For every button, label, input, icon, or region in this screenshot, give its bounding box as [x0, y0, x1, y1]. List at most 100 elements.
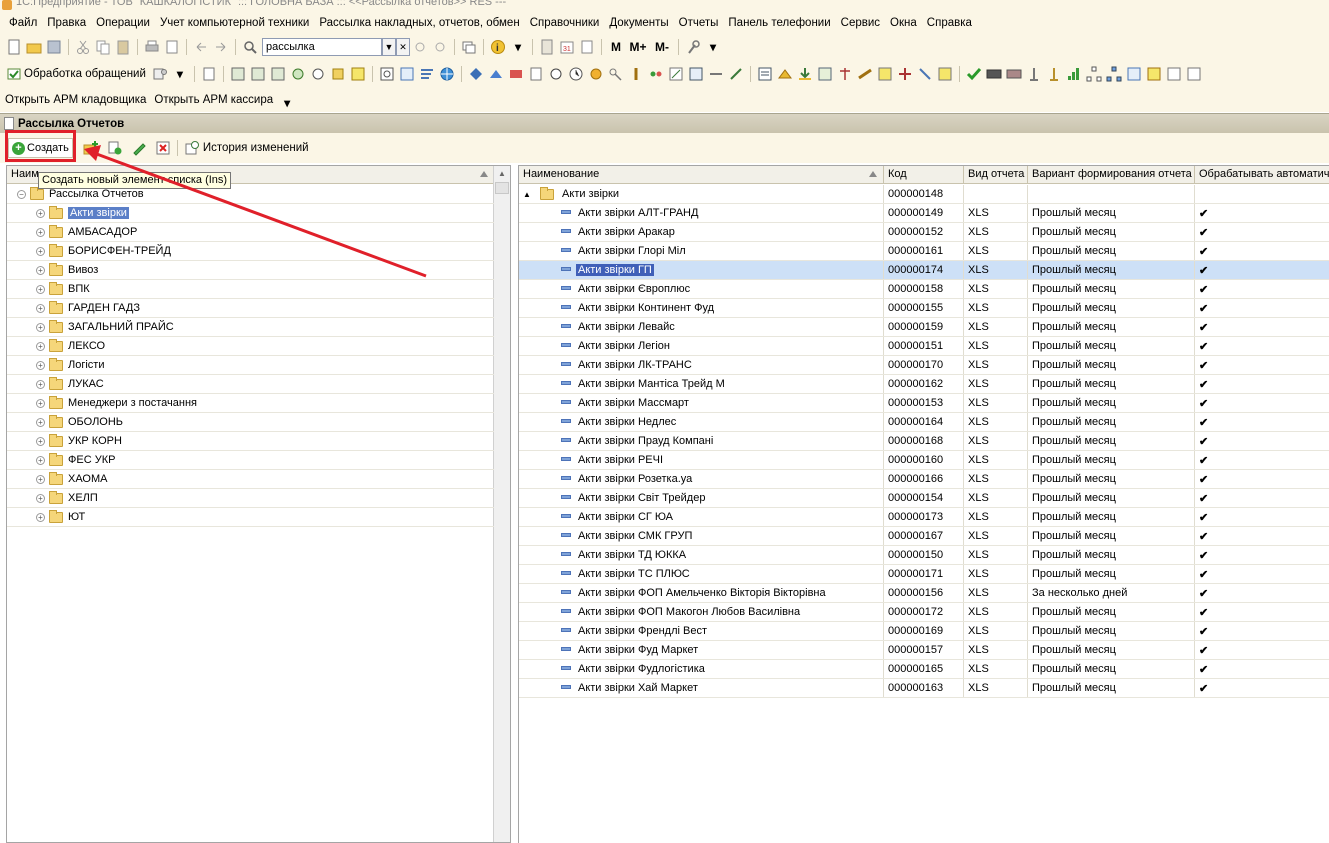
toolbar-item-icon-9[interactable]	[379, 66, 395, 82]
search-dropdown-button[interactable]: ▼	[382, 38, 396, 56]
table-row[interactable]: Акти звірки Континент Фуд 000000155 XLS Про…	[519, 299, 1329, 318]
org-chart-icon[interactable]	[1106, 66, 1122, 82]
print-preview-icon[interactable]	[164, 39, 180, 55]
expand-icon[interactable]: +	[36, 474, 45, 484]
find-next-icon[interactable]	[432, 39, 448, 55]
menu-file[interactable]: Файл	[4, 17, 42, 29]
processing-requests-button[interactable]: Обработка обращений	[24, 68, 146, 80]
expand-icon[interactable]: +	[36, 417, 45, 427]
toolbar-item-icon-16[interactable]	[548, 66, 564, 82]
collapse-icon[interactable]: −	[17, 189, 26, 199]
toolbar-item-icon-26[interactable]	[817, 66, 833, 82]
tree-item[interactable]: + ОБОЛОНЬ	[7, 413, 494, 432]
menu-service[interactable]: Сервис	[836, 17, 885, 29]
table-row[interactable]: Акти звірки СГ ЮА 000000173 XLS Прошлый мес…	[519, 508, 1329, 527]
find-previous-icon[interactable]	[412, 39, 428, 55]
menu-windows[interactable]: Окна	[885, 17, 922, 29]
tree-vertical-scrollbar[interactable]: ▲	[493, 166, 510, 842]
tools-dropdown-icon[interactable]: ▾	[705, 39, 721, 55]
edit-pencil-icon[interactable]	[131, 140, 147, 156]
tree-item[interactable]: + ХЕЛП	[7, 489, 494, 508]
globe-icon[interactable]	[439, 66, 455, 82]
toolbar-item-icon-13[interactable]	[488, 66, 504, 82]
toolbar-item-icon-17[interactable]	[588, 66, 604, 82]
table-row[interactable]: Акти звірки ТС ПЛЮС 000000171 XLS Прошлый м…	[519, 565, 1329, 584]
expand-icon[interactable]: +	[36, 265, 45, 275]
table-row[interactable]: Акти звірки Недлес 000000164 XLS Прошлый ме…	[519, 413, 1329, 432]
toolbar-item-icon-33[interactable]	[1006, 66, 1022, 82]
menu-catalogs[interactable]: Справочники	[525, 17, 605, 29]
paste-icon[interactable]	[115, 39, 131, 55]
toolbar-item-icon-10[interactable]	[399, 66, 415, 82]
table-row[interactable]: Акти звірки Легіон 000000151 XLS Прошлый ме…	[519, 337, 1329, 356]
group-row[interactable]: ▲ Акти звірки 000000148	[519, 185, 1329, 204]
new-document-icon[interactable]	[6, 39, 22, 55]
toolbar-item-icon-29[interactable]	[897, 66, 913, 82]
toolbar-item-icon-36[interactable]	[1126, 66, 1142, 82]
toolbar-item-icon-4[interactable]	[270, 66, 286, 82]
expand-icon[interactable]: +	[36, 208, 45, 218]
settings-dropdown-icon[interactable]: ▾	[172, 66, 188, 82]
tree-item[interactable]: + УКР КОРН	[7, 432, 494, 451]
scroll-up-icon[interactable]: ▲	[494, 166, 510, 182]
toolbar-item-icon-30[interactable]	[917, 66, 933, 82]
settings-list-icon[interactable]	[152, 66, 168, 82]
tree-item[interactable]: + ЗАГАЛЬНИЙ ПРАЙС	[7, 318, 494, 337]
toolbar-item-icon-5[interactable]	[290, 66, 306, 82]
tree-item[interactable]: + АМБАСАДОР	[7, 223, 494, 242]
tree-item[interactable]: + ГАРДЕН ГАДЗ	[7, 299, 494, 318]
toolbar-item-icon-24[interactable]	[757, 66, 773, 82]
table-row[interactable]: Акти звірки Глорі Міл 000000161 XLS Прошлый…	[519, 242, 1329, 261]
table-row[interactable]: Акти звірки ФОП Макогон Любов Василівна 0…	[519, 603, 1329, 622]
print-icon[interactable]	[144, 39, 160, 55]
expand-icon[interactable]: +	[36, 512, 45, 522]
toolbar-item-icon-7[interactable]	[330, 66, 346, 82]
download-icon[interactable]	[797, 66, 813, 82]
toolbar-item-icon-28[interactable]	[877, 66, 893, 82]
expand-icon[interactable]: +	[36, 398, 45, 408]
table-row[interactable]: Акти звірки ТД ЮККА 000000150 XLS Прошлый м…	[519, 546, 1329, 565]
column-header-auto-process[interactable]: Обрабатывать автоматич	[1195, 166, 1329, 184]
toolbar-item-icon-39[interactable]	[1186, 66, 1202, 82]
delete-mark-icon[interactable]	[155, 140, 171, 156]
tools-icon[interactable]	[685, 39, 701, 55]
calculator-icon[interactable]	[539, 39, 555, 55]
open-cashier-workplace-button[interactable]: Открыть АРМ кассира	[154, 94, 273, 106]
table-row[interactable]: Акти звірки Хай Маркет 000000163 XLS Прошлы…	[519, 679, 1329, 698]
table-row[interactable]: Акти звірки Мантіса Трейд М 000000162 XLS П…	[519, 375, 1329, 394]
toolbar-item-icon-19[interactable]	[648, 66, 664, 82]
table-row[interactable]: Акти звірки Фуд Маркет 000000157 XLS Прошлы…	[519, 641, 1329, 660]
expand-icon[interactable]: +	[36, 227, 45, 237]
tree-item[interactable]: + ЛУКАС	[7, 375, 494, 394]
table-row[interactable]: Акти звірки Френдлі Вест 000000169 XLS Прош…	[519, 622, 1329, 641]
toolbar-item-icon-1[interactable]	[201, 66, 217, 82]
table-row[interactable]: Акти звірки ЛК-ТРАНС 000000170 XLS Прошлый …	[519, 356, 1329, 375]
expand-icon[interactable]: +	[36, 379, 45, 389]
menu-it-accounting[interactable]: Учет компьютерной техники	[155, 17, 314, 29]
open-storekeeper-workplace-button[interactable]: Открыть АРМ кладовщика	[5, 94, 146, 106]
table-row[interactable]: Акти звірки Прауд Компані 000000168 XLS Про…	[519, 432, 1329, 451]
table-row[interactable]: Акти звірки Аракар 000000152 XLS Прошлый ме…	[519, 223, 1329, 242]
calendar-icon[interactable]: 31	[559, 39, 575, 55]
tree-item[interactable]: + Вивоз	[7, 261, 494, 280]
expand-icon[interactable]: +	[36, 303, 45, 313]
workplace-dropdown-icon[interactable]: ▾	[279, 95, 295, 111]
memory-m-plus-button[interactable]: M+	[628, 39, 648, 55]
menu-help[interactable]: Справка	[922, 17, 977, 29]
toolbar-item-icon-12[interactable]	[468, 66, 484, 82]
column-header-variant[interactable]: Вариант формирования отчета	[1028, 166, 1195, 184]
toolbar-item-icon-31[interactable]	[937, 66, 953, 82]
toolbar-item-icon-21[interactable]	[688, 66, 704, 82]
expand-icon[interactable]: +	[36, 284, 45, 294]
search-input[interactable]	[262, 38, 382, 56]
table-row[interactable]: Акти звірки СМК ГРУП 000000167 XLS Прошлый …	[519, 527, 1329, 546]
key-icon[interactable]	[608, 66, 624, 82]
column-header-report-type[interactable]: Вид отчета	[964, 166, 1028, 184]
expand-icon[interactable]: +	[36, 493, 45, 503]
search-clear-button[interactable]: ✕	[396, 38, 410, 56]
toolbar-item-icon-2[interactable]	[230, 66, 246, 82]
info-dropdown-icon[interactable]: ▾	[510, 39, 526, 55]
expand-icon[interactable]: +	[36, 341, 45, 351]
table-row[interactable]: Акти звірки Массмарт 000000153 XLS Прошлый …	[519, 394, 1329, 413]
table-row[interactable]: Акти звірки Світ Трейдер 000000154 XLS Прош…	[519, 489, 1329, 508]
